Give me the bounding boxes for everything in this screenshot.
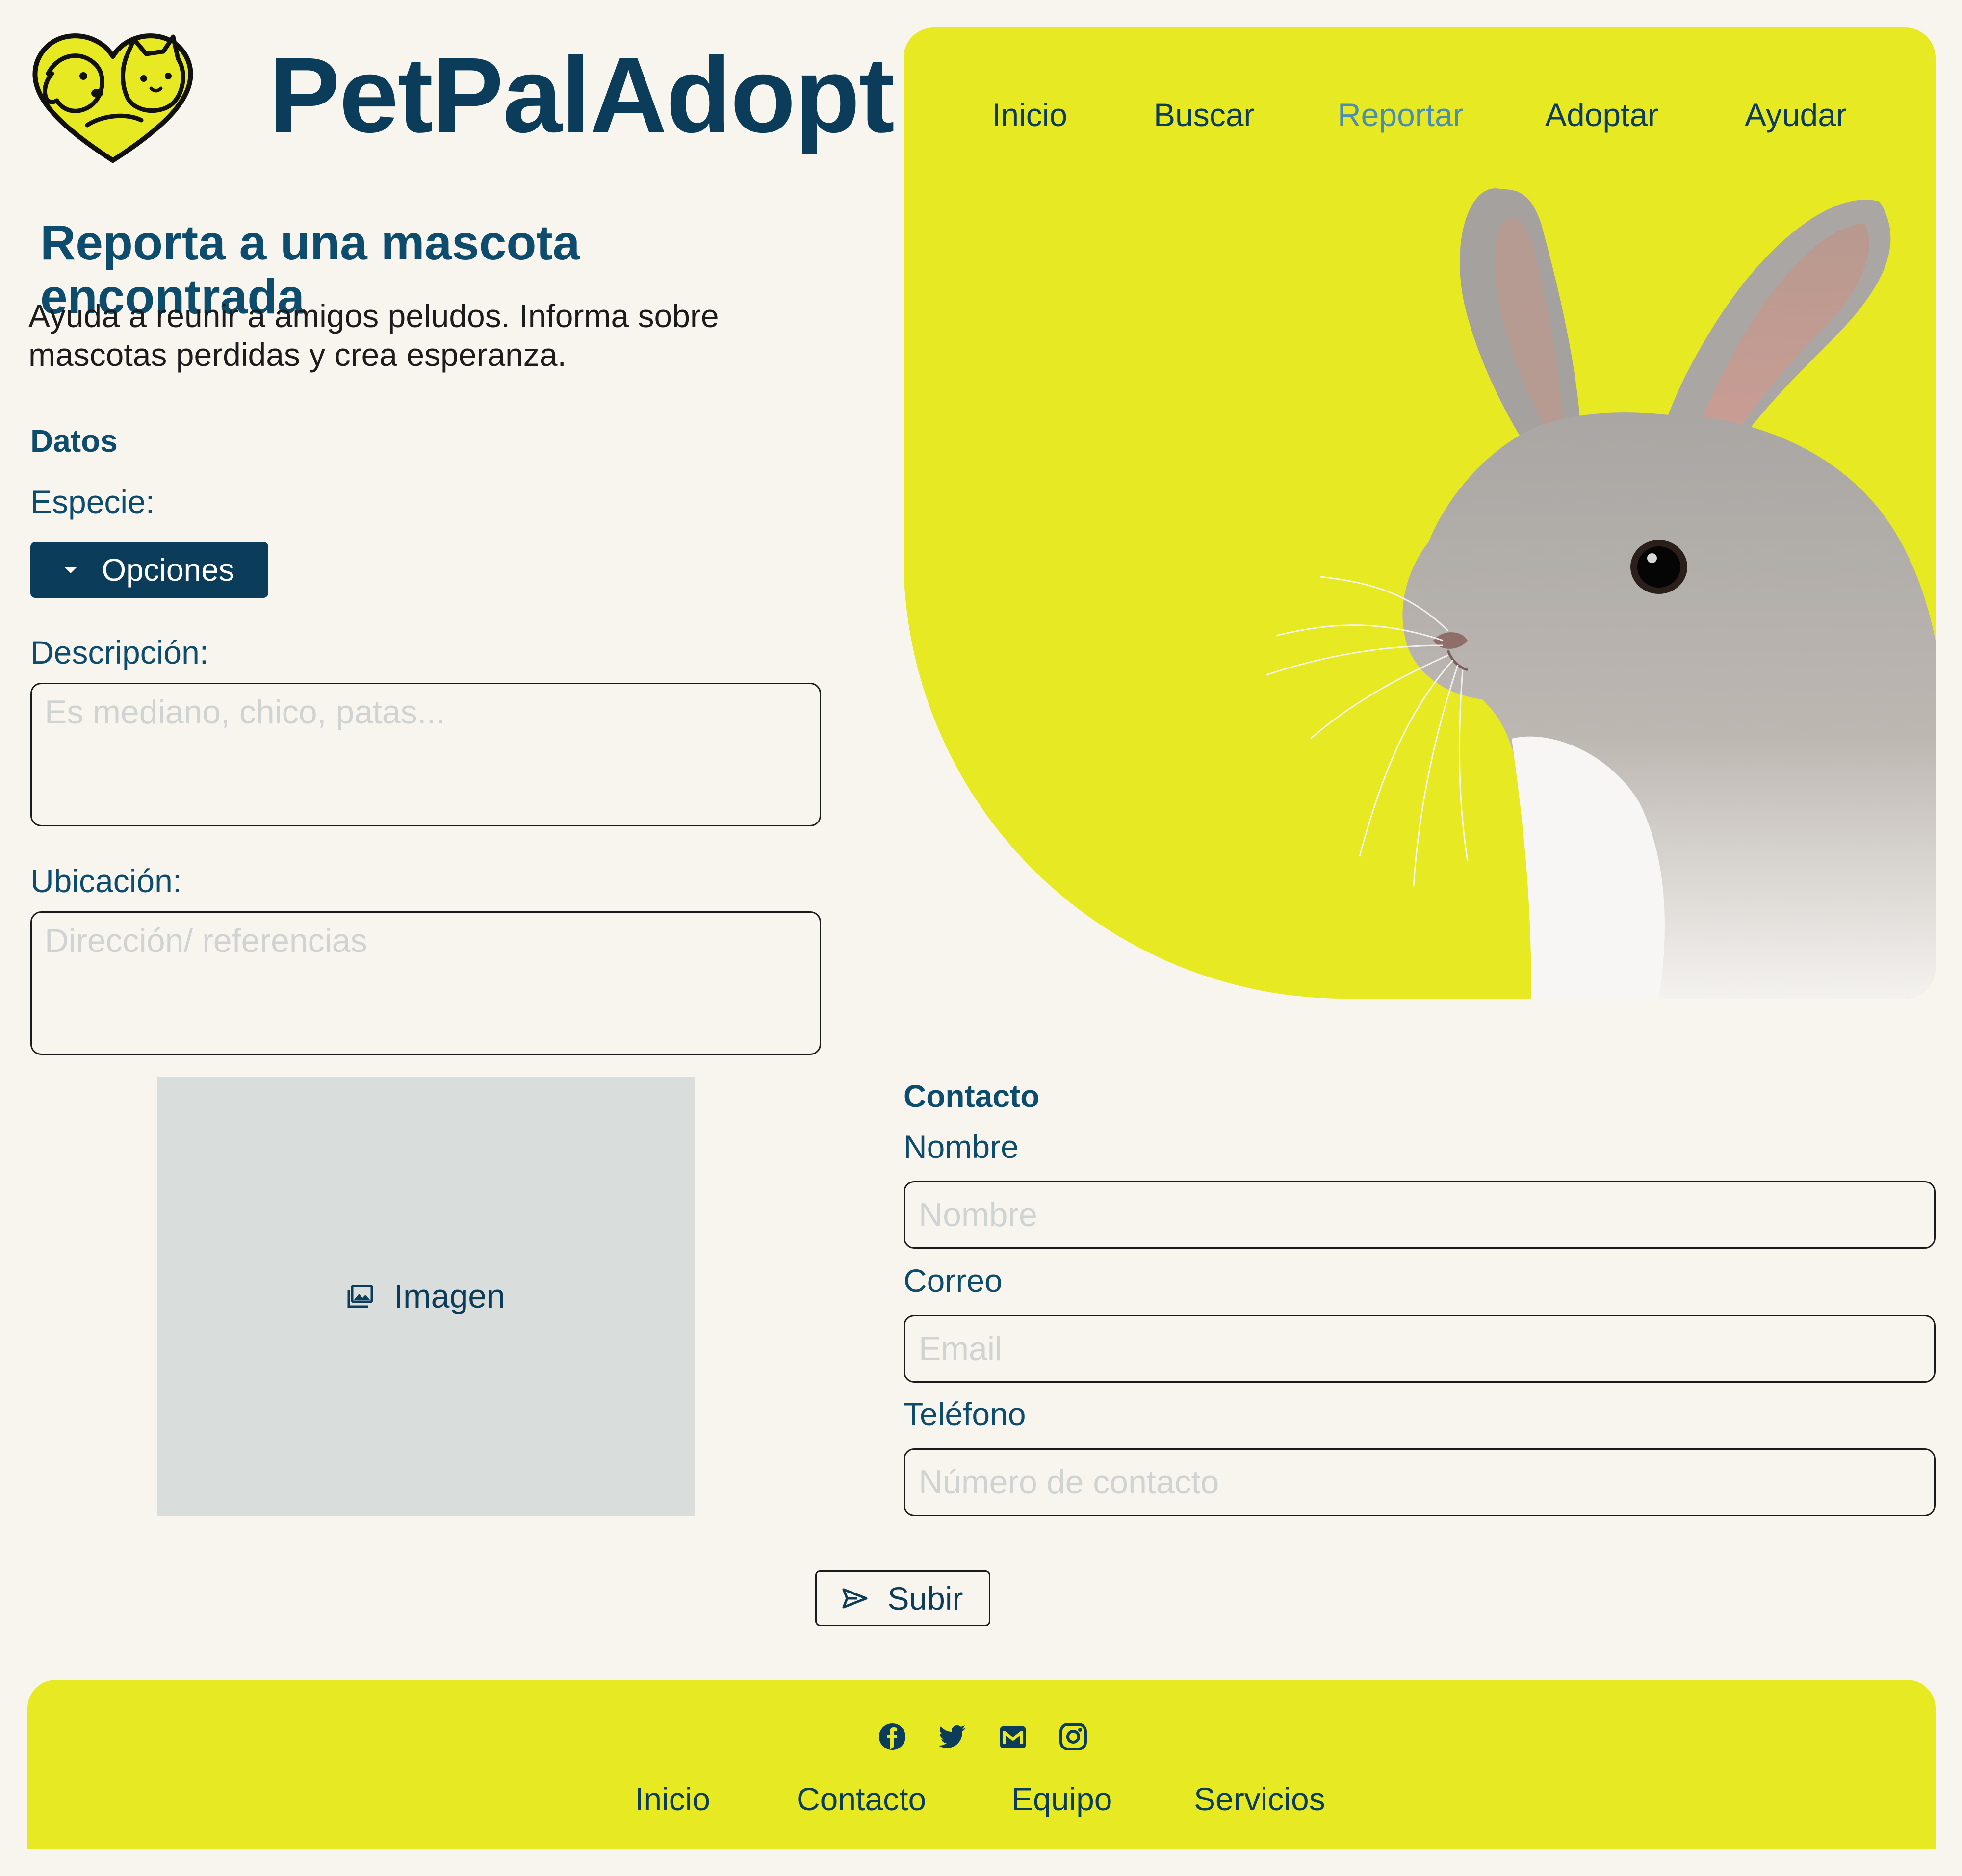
species-dropdown-label: Opciones — [102, 552, 234, 588]
footer-link-contacto[interactable]: Contacto — [797, 1780, 926, 1818]
page: PetPalAdopt Reporta a una mascota encont… — [0, 0, 1962, 1876]
name-input[interactable] — [904, 1181, 1936, 1249]
submit-label: Subir — [887, 1580, 963, 1617]
nav-item-buscar[interactable]: Buscar — [1154, 96, 1254, 133]
location-input[interactable] — [30, 911, 821, 1055]
rabbit-photo — [1266, 188, 1936, 999]
hero-panel: Inicio Buscar Reportar Adoptar Ayudar — [904, 27, 1936, 999]
description-input[interactable] — [30, 683, 821, 826]
footer-link-equipo[interactable]: Equipo — [1011, 1780, 1112, 1818]
send-icon — [842, 1588, 868, 1609]
image-upload-label: Imagen — [394, 1277, 505, 1315]
caret-down-icon — [64, 566, 77, 573]
facebook-icon[interactable] — [877, 1722, 907, 1752]
social-links — [27, 1722, 1936, 1756]
nav-item-reportar[interactable]: Reportar — [1338, 96, 1464, 133]
nav-item-adoptar[interactable]: Adoptar — [1545, 96, 1658, 133]
nav-item-ayudar[interactable]: Ayudar — [1745, 96, 1847, 133]
brand-name: PetPalAdopt — [269, 36, 895, 155]
location-label: Ubicación: — [30, 863, 182, 899]
species-dropdown-button[interactable]: Opciones — [30, 542, 268, 598]
datos-heading: Datos — [30, 423, 118, 459]
phone-label: Teléfono — [904, 1396, 1026, 1432]
footer-link-inicio[interactable]: Inicio — [635, 1780, 710, 1818]
description-label: Descripción: — [30, 634, 209, 670]
phone-input[interactable] — [904, 1448, 1936, 1516]
submit-button[interactable]: Subir — [815, 1570, 990, 1626]
gmail-icon[interactable] — [998, 1722, 1028, 1752]
email-input[interactable] — [904, 1315, 1936, 1383]
name-label: Nombre — [904, 1129, 1019, 1165]
instagram-icon[interactable] — [1058, 1722, 1088, 1752]
footer-link-servicios[interactable]: Servicios — [1194, 1780, 1325, 1818]
nav-item-inicio[interactable]: Inicio — [992, 96, 1067, 133]
footer: Inicio Contacto Equipo Servicios — [27, 1680, 1936, 1849]
email-label: Correo — [904, 1262, 1003, 1299]
dog-cat-heart-icon — [32, 33, 193, 163]
intro-text: Ayuda a reunir a amigos peludos. Informa… — [28, 298, 719, 373]
twitter-icon[interactable] — [937, 1722, 968, 1752]
contact-heading: Contacto — [904, 1079, 1040, 1114]
species-label: Especie: — [30, 484, 155, 520]
image-upload-area[interactable]: Imagen — [157, 1077, 695, 1516]
image-gallery-icon — [347, 1285, 373, 1308]
